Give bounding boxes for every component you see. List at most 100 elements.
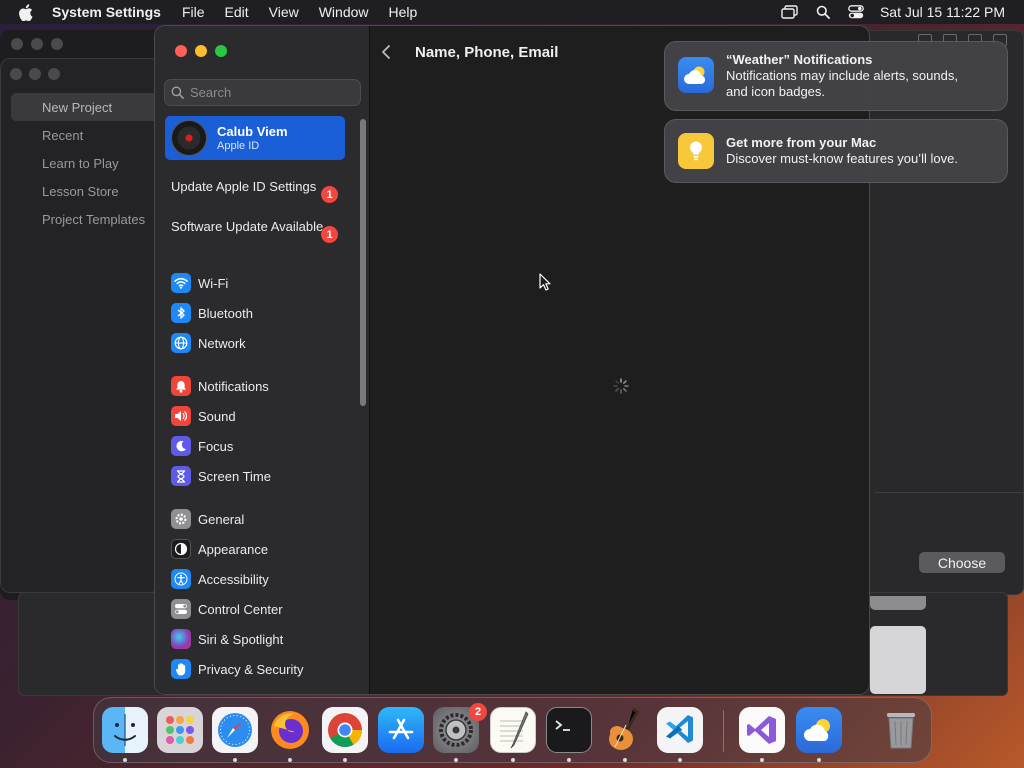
sidebar-item-notifications[interactable]: Notifications <box>171 374 351 398</box>
search-input[interactable] <box>190 85 350 100</box>
menu-bar-clock[interactable]: Sat Jul 15 11:22 PM <box>880 4 1005 20</box>
sidebar-search[interactable] <box>164 79 361 106</box>
control-center-icon[interactable] <box>847 3 865 21</box>
bg-back-min-dot <box>31 38 43 50</box>
dock-running-indicator <box>760 758 764 762</box>
dock-running-indicator <box>678 758 682 762</box>
dock-running-indicator <box>233 758 237 762</box>
bg-min-dot[interactable] <box>29 68 41 80</box>
wifi-icon <box>171 273 191 293</box>
sidebar-item-privacy-security[interactable]: Privacy & Security <box>171 657 351 681</box>
choose-button[interactable]: Choose <box>919 552 1005 573</box>
toggles-icon <box>171 599 191 619</box>
dock-vscode-icon[interactable] <box>657 707 703 753</box>
sidebar-item-software-update[interactable]: Software Update Available <box>171 219 341 235</box>
dock-terminal-icon[interactable] <box>546 707 592 753</box>
dock-firefox-icon[interactable] <box>267 707 313 753</box>
notification-title: Get more from your Mac <box>726 135 877 150</box>
notification-body-line: Notifications may include alerts, sounds… <box>726 68 958 83</box>
sidebar-item-label: Network <box>198 335 246 351</box>
template-thumbnail[interactable] <box>870 626 926 694</box>
sidebar-item-siri-spotlight[interactable]: Siri & Spotlight <box>171 627 351 651</box>
list-item-recent[interactable]: Recent <box>11 121 161 149</box>
menu-help[interactable]: Help <box>389 4 418 20</box>
siri-icon <box>171 629 191 649</box>
window-controls <box>175 45 235 57</box>
gear-icon <box>171 509 191 529</box>
dock-safari-icon[interactable] <box>212 707 258 753</box>
notification-badge: 1 <box>321 226 338 243</box>
sidebar-item-accessibility[interactable]: Accessibility <box>171 567 351 591</box>
dock-trash-icon[interactable] <box>878 707 924 753</box>
back-chevron-icon[interactable] <box>381 44 393 60</box>
menu-view[interactable]: View <box>269 4 299 20</box>
sidebar-scrollbar[interactable] <box>360 119 366 406</box>
tips-notification[interactable]: Get more from your Mac Discover must-kno… <box>664 119 1008 183</box>
sidebar-item-appearance[interactable]: Appearance <box>171 537 351 561</box>
dock-chrome-icon[interactable] <box>322 707 368 753</box>
sidebar-item-control-center[interactable]: Control Center <box>171 597 351 621</box>
sidebar-item-sound[interactable]: Sound <box>171 404 351 428</box>
dock-visual-studio-icon[interactable] <box>739 707 785 753</box>
minimize-button[interactable] <box>195 45 207 57</box>
apple-id-account-row[interactable]: Calub Viem Apple ID <box>165 116 345 160</box>
accessibility-icon <box>171 569 191 589</box>
bg-zoom-dot[interactable] <box>48 68 60 80</box>
zoom-button[interactable] <box>215 45 227 57</box>
list-item-lesson-store[interactable]: Lesson Store <box>11 177 161 205</box>
dock-app-store-icon[interactable] <box>378 707 424 753</box>
list-item-new-project[interactable]: New Project <box>11 93 161 121</box>
content-header: Name, Phone, Email <box>381 42 558 62</box>
page-title: Name, Phone, Email <box>415 43 559 61</box>
screen-mirroring-icon[interactable] <box>781 3 799 21</box>
avatar <box>171 120 207 156</box>
weather-icon <box>678 57 714 93</box>
sidebar-item-label: Sound <box>198 408 236 424</box>
dock-garageband-icon[interactable] <box>602 707 648 753</box>
sidebar-item-update-apple-id[interactable]: Update Apple ID Settings <box>171 179 341 195</box>
menu-file[interactable]: File <box>182 4 205 20</box>
dock-launchpad-icon[interactable] <box>157 707 203 753</box>
sidebar-item-general[interactable]: General <box>171 507 351 531</box>
spotlight-search-icon[interactable] <box>814 3 832 21</box>
list-item-learn-to-play[interactable]: Learn to Play <box>11 149 161 177</box>
dock-finder-icon[interactable] <box>102 707 148 753</box>
dock-running-indicator <box>454 758 458 762</box>
menu-window[interactable]: Window <box>319 4 369 20</box>
bell-icon <box>171 376 191 396</box>
sidebar-item-bluetooth[interactable]: Bluetooth <box>171 301 351 325</box>
dock-textedit-icon[interactable] <box>490 707 536 753</box>
appearance-icon <box>171 539 191 559</box>
bg-back-close-dot <box>11 38 23 50</box>
dock-running-indicator <box>343 758 347 762</box>
mouse-cursor-icon <box>539 273 551 291</box>
sidebar-item-network[interactable]: Network <box>171 331 351 355</box>
project-chooser-list: New Project Recent Learn to Play Lesson … <box>11 93 161 233</box>
sidebar-item-wifi[interactable]: Wi-Fi <box>171 271 351 295</box>
weather-notification[interactable]: “Weather” Notifications Notifications ma… <box>664 41 1008 111</box>
sidebar-item-screen-time[interactable]: Screen Time <box>171 464 351 488</box>
dock-weather-icon[interactable] <box>796 707 842 753</box>
search-icon <box>171 86 184 99</box>
menu-edit[interactable]: Edit <box>225 4 249 20</box>
hourglass-icon <box>171 466 191 486</box>
apple-menu-icon[interactable] <box>18 3 34 21</box>
menu-app-name[interactable]: System Settings <box>52 4 161 20</box>
sidebar-item-label: Focus <box>198 438 234 454</box>
account-subtitle: Apple ID <box>217 140 260 152</box>
dock-running-indicator <box>288 758 292 762</box>
close-button[interactable] <box>175 45 187 57</box>
bg-close-dot[interactable] <box>10 68 22 80</box>
bg-back-zoom-dot <box>51 38 63 50</box>
sidebar-item-label: Screen Time <box>198 468 271 484</box>
notification-badge: 1 <box>321 186 338 203</box>
dock-running-indicator <box>123 758 127 762</box>
list-item-project-templates[interactable]: Project Templates <box>11 205 161 233</box>
globe-icon <box>171 333 191 353</box>
dock-notification-badge: 2 <box>469 703 487 721</box>
template-thumbnail <box>870 596 926 610</box>
dock-running-indicator <box>817 758 821 762</box>
moon-icon <box>171 436 191 456</box>
sidebar-item-focus[interactable]: Focus <box>171 434 351 458</box>
settings-sidebar: Calub Viem Apple ID Update Apple ID Sett… <box>155 26 370 694</box>
